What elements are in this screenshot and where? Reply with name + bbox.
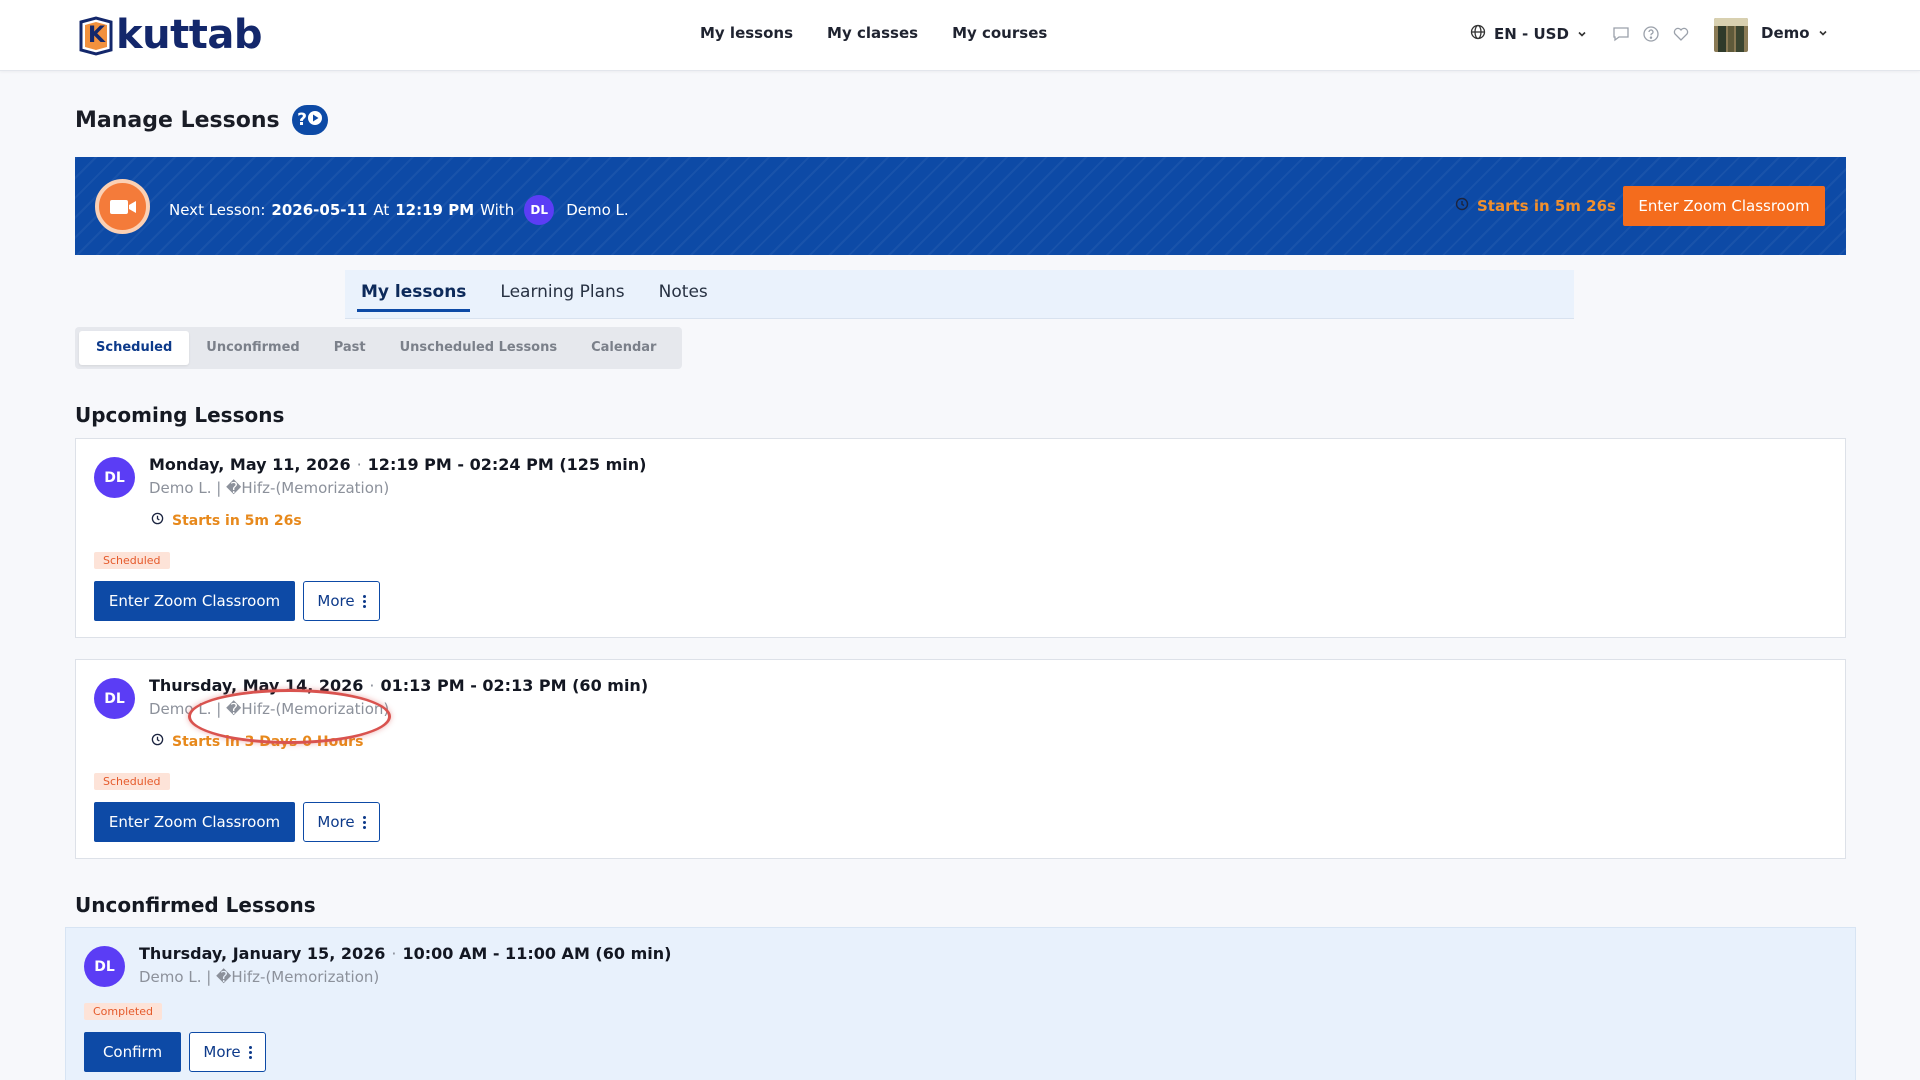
enter-zoom-button[interactable]: Enter Zoom Classroom	[94, 581, 295, 621]
clock-icon	[151, 733, 164, 750]
kuttab-logo[interactable]: K kuttab	[78, 14, 262, 56]
tab-my-lessons[interactable]: My lessons	[357, 270, 471, 312]
heart-icon[interactable]	[1672, 25, 1690, 47]
lesson-datetime: Monday, May 11, 2026 · 12:19 PM - 02:24 PM…	[149, 455, 647, 474]
subtab-unscheduled[interactable]: Unscheduled Lessons	[383, 331, 575, 365]
lesson-card: DL Thursday, May 14, 2026 · 01:13 PM - 02:…	[75, 659, 1846, 859]
logo-book-icon: K	[78, 16, 114, 56]
teacher-avatar: DL	[84, 946, 125, 987]
lesson-card: DL Monday, May 11, 2026 · 12:19 PM - 02:24…	[75, 438, 1846, 638]
clock-icon	[151, 512, 164, 529]
confirm-button[interactable]: Confirm	[84, 1032, 181, 1072]
kebab-icon	[362, 815, 366, 829]
subtab-past[interactable]: Past	[317, 331, 383, 365]
help-question-label: ?	[297, 110, 308, 130]
logo-letter: K	[88, 23, 106, 48]
unconfirmed-lesson-card: DL Thursday, January 15, 2026 · 10:00 AM -…	[65, 927, 1856, 1080]
user-name: Demo	[1761, 24, 1810, 42]
lesson-date: Monday, May 11, 2026	[149, 455, 351, 474]
globe-icon	[1470, 24, 1486, 44]
header-icons	[1612, 25, 1690, 47]
top-navbar: K kuttab My lessons My classes My course…	[0, 0, 1920, 71]
next-lesson-with: With	[480, 201, 515, 219]
lesson-datetime: Thursday, May 14, 2026 · 01:13 PM - 02:13 …	[149, 676, 649, 695]
subtab-scheduled[interactable]: Scheduled	[79, 331, 190, 365]
help-circle-icon[interactable]	[1642, 25, 1660, 47]
logo-text: kuttab	[116, 12, 262, 58]
lesson-teacher-subject: Demo L. | �Hifz-(Memorization)	[139, 968, 380, 986]
chevron-down-icon	[1818, 24, 1828, 42]
subtab-calendar[interactable]: Calendar	[574, 331, 673, 365]
teacher-avatar: DL	[524, 195, 555, 225]
more-label: More	[317, 813, 355, 831]
nav-my-courses[interactable]: My courses	[952, 24, 1047, 42]
lesson-date: Thursday, January 15, 2026	[139, 944, 386, 963]
next-lesson-date: 2026-05-11	[271, 201, 368, 219]
subtab-unconfirmed[interactable]: Unconfirmed	[189, 331, 316, 365]
help-video-button[interactable]: ?	[291, 105, 328, 135]
tab-learning-plans[interactable]: Learning Plans	[496, 270, 628, 319]
lesson-filter-tabs: Scheduled Unconfirmed Past Unscheduled L…	[75, 327, 682, 369]
more-button[interactable]: More	[189, 1032, 266, 1072]
more-label: More	[317, 592, 355, 610]
lesson-datetime: Thursday, January 15, 2026 · 10:00 AM - 11…	[139, 944, 672, 963]
lesson-time: 01:13 PM - 02:13 PM (60 min)	[380, 676, 649, 695]
upcoming-lessons-heading: Upcoming Lessons	[75, 403, 285, 427]
next-lesson-time: 12:19 PM	[395, 201, 475, 219]
lesson-time: 12:19 PM - 02:24 PM (125 min)	[367, 455, 647, 474]
language-currency-selector[interactable]: EN - USD	[1470, 24, 1587, 44]
language-label: EN - USD	[1494, 25, 1569, 43]
next-lesson-prefix: Next Lesson:	[169, 201, 266, 219]
user-avatar[interactable]	[1714, 18, 1748, 52]
lesson-tabs: My lessons Learning Plans Notes	[345, 270, 1574, 319]
status-badge: Scheduled	[94, 552, 170, 569]
page-title: Manage Lessons ?	[75, 105, 328, 135]
more-button[interactable]: More	[303, 581, 380, 621]
unconfirmed-lessons-heading: Unconfirmed Lessons	[75, 893, 316, 917]
teacher-avatar: DL	[94, 457, 135, 498]
banner-enter-zoom-button[interactable]: Enter Zoom Classroom	[1623, 186, 1825, 226]
lesson-countdown-text: Starts in 5m 26s	[172, 512, 302, 529]
lesson-time: 10:00 AM - 11:00 AM (60 min)	[402, 944, 672, 963]
highlight-annotation	[188, 689, 391, 744]
status-badge: Completed	[84, 1003, 162, 1020]
chat-icon[interactable]	[1612, 25, 1630, 47]
kebab-icon	[248, 1045, 252, 1059]
chevron-down-icon	[1577, 25, 1587, 43]
nav-my-classes[interactable]: My classes	[827, 24, 918, 42]
lesson-teacher-subject: Demo L. | �Hifz-(Memorization)	[149, 479, 390, 497]
tab-notes[interactable]: Notes	[655, 270, 712, 319]
play-icon	[308, 110, 323, 131]
next-lesson-at: At	[373, 201, 390, 219]
banner-countdown: Starts in 5m 26s	[1455, 197, 1616, 215]
lesson-countdown: Starts in 5m 26s	[151, 512, 302, 529]
enter-zoom-button[interactable]: Enter Zoom Classroom	[94, 802, 295, 842]
next-lesson-banner: Next Lesson: 2026-05-11 At 12:19 PM With…	[75, 157, 1846, 255]
teacher-name: Demo L.	[566, 201, 629, 219]
status-badge: Scheduled	[94, 773, 170, 790]
next-lesson-info: Next Lesson: 2026-05-11 At 12:19 PM With…	[169, 195, 629, 225]
kebab-icon	[362, 594, 366, 608]
banner-countdown-text: Starts in 5m 26s	[1477, 197, 1616, 215]
main-nav: My lessons My classes My courses	[700, 24, 1047, 42]
page-title-text: Manage Lessons	[75, 107, 280, 133]
more-label: More	[203, 1043, 241, 1061]
more-button[interactable]: More	[303, 802, 380, 842]
nav-my-lessons[interactable]: My lessons	[700, 24, 793, 42]
clock-icon	[1455, 197, 1469, 215]
video-camera-icon	[95, 179, 150, 234]
user-menu[interactable]: Demo	[1761, 24, 1828, 42]
teacher-avatar: DL	[94, 678, 135, 719]
